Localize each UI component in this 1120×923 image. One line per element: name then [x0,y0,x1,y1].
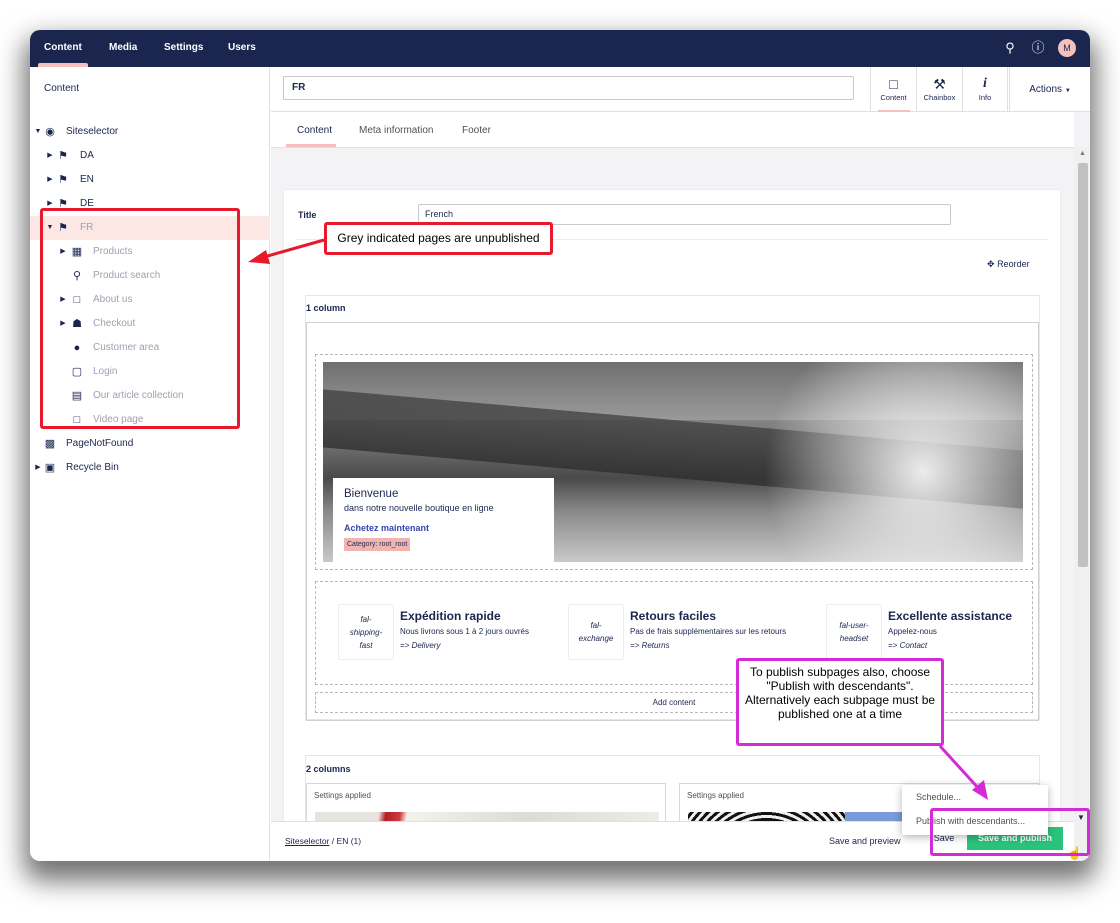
app-content[interactable]: □ Content [870,67,916,112]
feature-item: fal-exchange Retours faciles Pas de frai… [568,604,808,664]
section-title: 1 column [306,303,346,313]
feature-subtitle: Nous livrons sous 1 à 2 jours ouvrés [400,627,529,636]
avatar[interactable]: M [1058,39,1076,57]
feature-title: Excellente assistance [888,609,1013,623]
editor-tabs: Content Meta information Footer [271,112,1074,148]
hero-title: Bienvenue [344,488,399,500]
hero-card: Bienvenue dans notre nouvelle boutique e… [333,478,554,562]
hero-link[interactable]: Achetez maintenant [344,523,429,533]
tree-node-label: Siteselector [66,126,119,137]
breadcrumb-separator: / [331,836,335,846]
shipping-icon: fal-shipping-fast [338,604,394,660]
document-icon: □ [889,76,898,92]
hero-glow [753,362,1023,562]
section-1-column: 1 column Bienvenue dans notre nouvelle b… [305,295,1040,721]
move-icon: ✥ [987,259,995,269]
tree-node-label: Recycle Bin [66,462,119,473]
hero-subtitle: dans notre nouvelle boutique en ligne [344,503,494,513]
feature-title: Expédition rapide [400,609,501,623]
section-title: 2 columns [306,764,351,774]
app-label: Chainbox [923,93,956,102]
scroll-up-icon[interactable]: ▲ [1079,150,1087,157]
top-navigation: Content Media Settings Users ⚲ ⓘ M [30,30,1090,67]
user-headset-icon: fal-user-headset [826,604,882,660]
actions-label: Actions [1029,84,1063,95]
settings-applied-label: Settings applied [687,791,744,800]
app-label: Content [880,93,907,102]
nav-settings[interactable]: Settings [164,42,203,53]
help-icon[interactable]: ⓘ [1030,40,1046,56]
tree-node-en[interactable]: ▶ ⚑ EN [30,168,270,192]
caret-down-icon[interactable]: ▼ [34,120,42,144]
error-page-icon: ▩ [44,438,56,450]
tree-node-siteselector[interactable]: ▼ ◉ Siteselector [30,120,270,144]
wrench-icon: ⚒ [933,76,946,92]
feature-link[interactable]: => Contact [888,641,927,650]
feature-subtitle: Pas de frais supplémentaires sur les ret… [630,627,787,636]
content-tree-sidebar: Content ▼ ◉ Siteselector ▶ ⚑ DA ▶ ⚑ EN ▶… [30,67,270,861]
hero-block[interactable]: Bienvenue dans notre nouvelle boutique e… [315,354,1033,570]
editor-main: FR □ Content ⚒ Chainbox i Info Actions ▼… [271,67,1090,861]
category-badge: Category: root_root [344,538,411,551]
caret-right-icon[interactable]: ▶ [34,456,42,480]
settings-applied-label: Settings applied [314,791,371,800]
descendants-callout: To publish subpages also, choose "Publis… [736,658,944,746]
trash-icon: ▣ [44,462,56,474]
tree-node-label: EN [80,174,94,185]
editor-header: FR □ Content ⚒ Chainbox i Info Actions ▼ [271,67,1090,112]
reorder-button[interactable]: ✥ Reorder [987,259,1030,270]
tree-node-recycle-bin[interactable]: ▶ ▣ Recycle Bin [30,456,270,480]
tree-node-da[interactable]: ▶ ⚑ DA [30,144,270,168]
nav-users[interactable]: Users [228,42,256,53]
feature-link[interactable]: => Returns [630,641,670,650]
feature-link[interactable]: => Delivery [400,641,440,650]
tab-meta-information[interactable]: Meta information [359,125,433,136]
tab-active-indicator [286,144,336,147]
app-label: Info [978,93,992,102]
tab-footer[interactable]: Footer [462,125,491,136]
flag-icon: ⚑ [58,150,68,162]
tree-node-label: DA [80,150,94,161]
exchange-icon: fal-exchange [568,604,624,660]
save-and-preview-button[interactable]: Save and preview [829,836,901,846]
breadcrumb-root[interactable]: Siteselector [285,836,329,846]
menu-item-schedule[interactable]: Schedule... [916,792,961,802]
nav-content[interactable]: Content [44,42,82,53]
breadcrumb-current: EN (1) [336,836,362,846]
vertical-scrollbar[interactable]: ▲ [1074,147,1090,861]
unpublished-callout: Grey indicated pages are unpublished [324,222,553,255]
actions-button[interactable]: Actions ▼ [1009,67,1090,112]
content-panel: Title French ✥ Reorder 1 column Bienvenu… [283,189,1061,861]
info-icon: i [983,76,987,91]
reorder-label: Reorder [997,259,1030,269]
scrollbar-thumb[interactable] [1078,163,1088,567]
feature-item: fal-shipping-fast Expédition rapide Nous… [338,604,578,664]
breadcrumb: Siteselector / EN (1) [285,836,361,846]
app-chainbox[interactable]: ⚒ Chainbox [916,67,962,112]
tab-content[interactable]: Content [297,125,332,136]
flag-icon: ⚑ [58,174,68,186]
tree-node-label: PageNotFound [66,438,134,449]
feature-item: fal-user-headset Excellente assistance A… [826,604,1066,664]
nav-media[interactable]: Media [109,42,137,53]
title-label: Title [298,210,317,220]
caret-right-icon[interactable]: ▶ [46,168,54,192]
feature-subtitle: Appelez-nous [888,627,937,636]
node-name-input[interactable]: FR [283,76,854,100]
caret-down-icon: ▼ [1064,88,1071,94]
search-icon[interactable]: ⚲ [1002,40,1018,56]
sidebar-header: Content [44,83,80,94]
publish-descendants-highlight [930,808,1090,856]
globe-icon: ◉ [45,126,55,138]
unpublished-highlight [40,208,240,429]
tree-node-pagenotfound[interactable]: ▩ PageNotFound [30,432,270,456]
feature-title: Retours faciles [630,609,717,623]
caret-right-icon[interactable]: ▶ [46,144,54,168]
hero-image: Bienvenue dans notre nouvelle boutique e… [323,362,1023,562]
app-info[interactable]: i Info [962,67,1008,112]
